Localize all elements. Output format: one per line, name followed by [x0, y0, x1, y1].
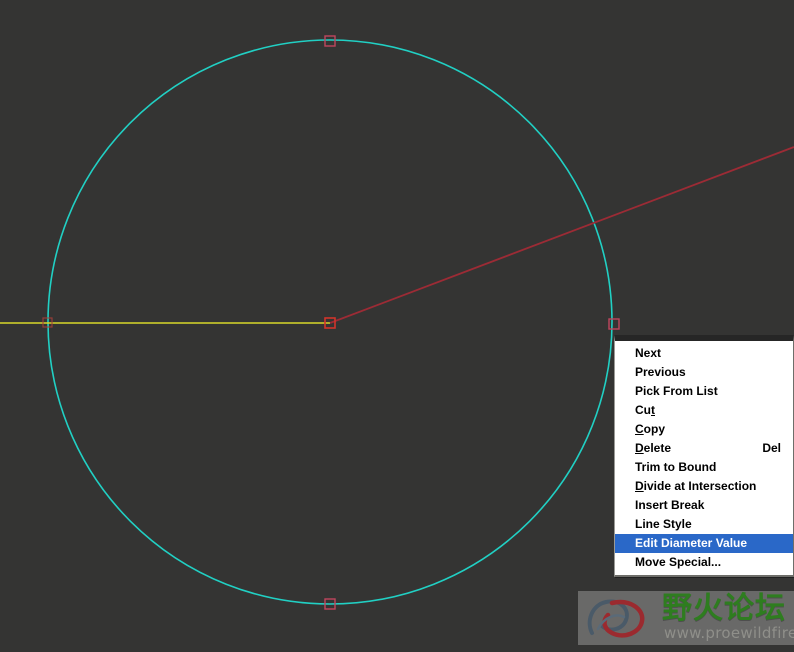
menu-item-edit-diameter-value[interactable]: Edit Diameter Value — [615, 534, 793, 553]
watermark-url: www.proewildfire.cn — [664, 624, 794, 642]
menu-item-label: Next — [635, 346, 662, 360]
menu-item-copy[interactable]: Copy — [615, 420, 793, 439]
menu-item-divide-at-intersection[interactable]: Divide at Intersection — [615, 477, 793, 496]
menu-accelerator-char: C — [635, 422, 644, 436]
menu-item-label: Trim to Bound — [635, 460, 717, 474]
menu-item-next[interactable]: Next — [615, 344, 793, 363]
menu-item-label: Line Style — [635, 517, 692, 531]
menu-accelerator-char: D — [635, 479, 644, 493]
menu-item-line-style[interactable]: Line Style — [615, 515, 793, 534]
menu-item-label: Insert Break — [635, 498, 705, 512]
menu-item-move-special[interactable]: Move Special... — [615, 553, 793, 572]
menu-item-pick-from-list[interactable]: Pick From List — [615, 382, 793, 401]
menu-item-previous[interactable]: Previous — [615, 363, 793, 382]
menu-item-label: Copy — [635, 422, 666, 436]
application-window: Next Previous Pick From List Cut Copy Delete D… — [0, 0, 794, 652]
menu-item-cut[interactable]: Cut — [615, 401, 793, 420]
menu-item-label: Delete — [635, 441, 672, 455]
entity-context-menu[interactable]: Next Previous Pick From List Cut Copy Delete D… — [614, 335, 794, 577]
menu-item-insert-break[interactable]: Insert Break — [615, 496, 793, 515]
menu-item-label: Previous — [635, 365, 686, 379]
menu-item-label: Cut — [635, 403, 655, 417]
menu-accelerator-char: D — [635, 441, 644, 455]
menu-item-trim-to-bound[interactable]: Trim to Bound — [615, 458, 793, 477]
watermark-forum-name: 野火论坛 — [662, 591, 786, 626]
menu-item-label: Divide at Intersection — [635, 479, 757, 493]
menu-item-delete[interactable]: Delete Del — [615, 439, 793, 458]
forum-logo-icon — [587, 599, 645, 638]
menu-accelerator-char: t — [651, 403, 655, 417]
menu-item-label: Pick From List — [635, 384, 718, 398]
menu-item-label: Move Special... — [635, 555, 722, 569]
site-watermark: 野火论坛 www.proewildfire.cn — [578, 591, 794, 645]
menu-item-label: Edit Diameter Value — [635, 536, 748, 550]
menu-item-shortcut: Del — [762, 441, 781, 455]
